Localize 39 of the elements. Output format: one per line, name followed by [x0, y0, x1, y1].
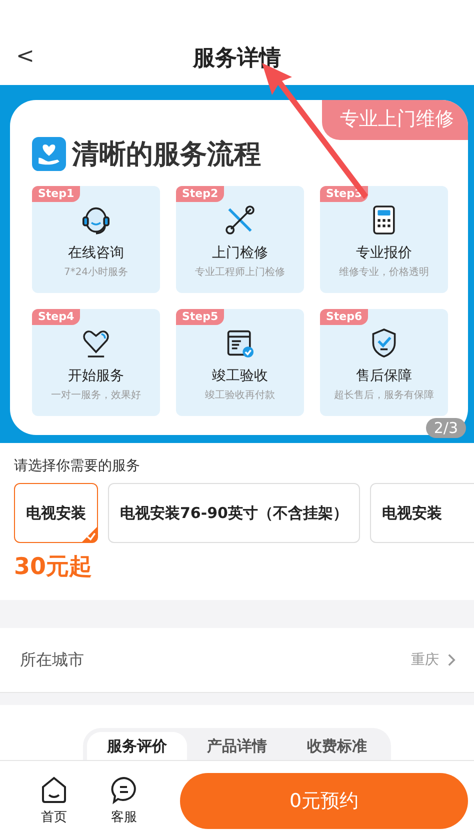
check-icon	[82, 527, 97, 542]
step-label: Step1	[32, 186, 80, 202]
tab[interactable]: 服务评价	[87, 732, 187, 760]
nav-item[interactable]: 首页	[36, 775, 72, 826]
price: 30元起	[14, 553, 94, 582]
page-indicator: 2/3	[426, 418, 466, 438]
step-description: 维修专业，价格透明	[339, 266, 429, 279]
tab[interactable]: 产品详情	[187, 732, 287, 760]
banner-title: 清晰的服务流程	[72, 138, 261, 172]
city-label: 所在城市	[20, 650, 85, 670]
step-label: Step5	[176, 309, 224, 325]
home-icon	[39, 775, 69, 805]
step-description: 7*24小时服务	[64, 266, 128, 279]
section-label: 请选择你需要的服务	[14, 457, 141, 475]
step-description: 专业工程师上门检修	[195, 266, 285, 279]
service-option[interactable]: 电视安装	[14, 483, 98, 543]
back-button[interactable]: <	[16, 44, 34, 69]
chevron-right-icon	[447, 653, 456, 667]
step-description: 竣工验收再付款	[205, 388, 275, 402]
tag: 专业上门维修	[322, 100, 468, 140]
step-title: 专业报价	[356, 244, 412, 262]
tab[interactable]: 收费标准	[287, 732, 387, 760]
step-label: Step4	[32, 309, 80, 325]
step-title: 售后保障	[356, 367, 412, 385]
step-label: Step6	[320, 309, 368, 325]
service-option[interactable]: 电视安装76-90英寸（不含挂架）	[108, 483, 360, 543]
step-title: 上门检修	[212, 244, 268, 262]
service-option[interactable]: 电视安装	[370, 483, 474, 543]
step-description: 超长售后，服务有保障	[334, 388, 434, 402]
step-title: 在线咨询	[68, 244, 124, 262]
step-title: 竣工验收	[212, 367, 268, 385]
chat-icon	[109, 775, 139, 805]
heart-hand-icon	[32, 137, 66, 171]
page-title: 服务详情	[193, 44, 281, 72]
step-description: 一对一服务，效果好	[51, 388, 141, 402]
nav-item[interactable]: 客服	[106, 775, 142, 826]
step-title: 开始服务	[68, 367, 124, 385]
step-label: Step2	[176, 186, 224, 202]
city-value: 重庆	[411, 651, 439, 669]
